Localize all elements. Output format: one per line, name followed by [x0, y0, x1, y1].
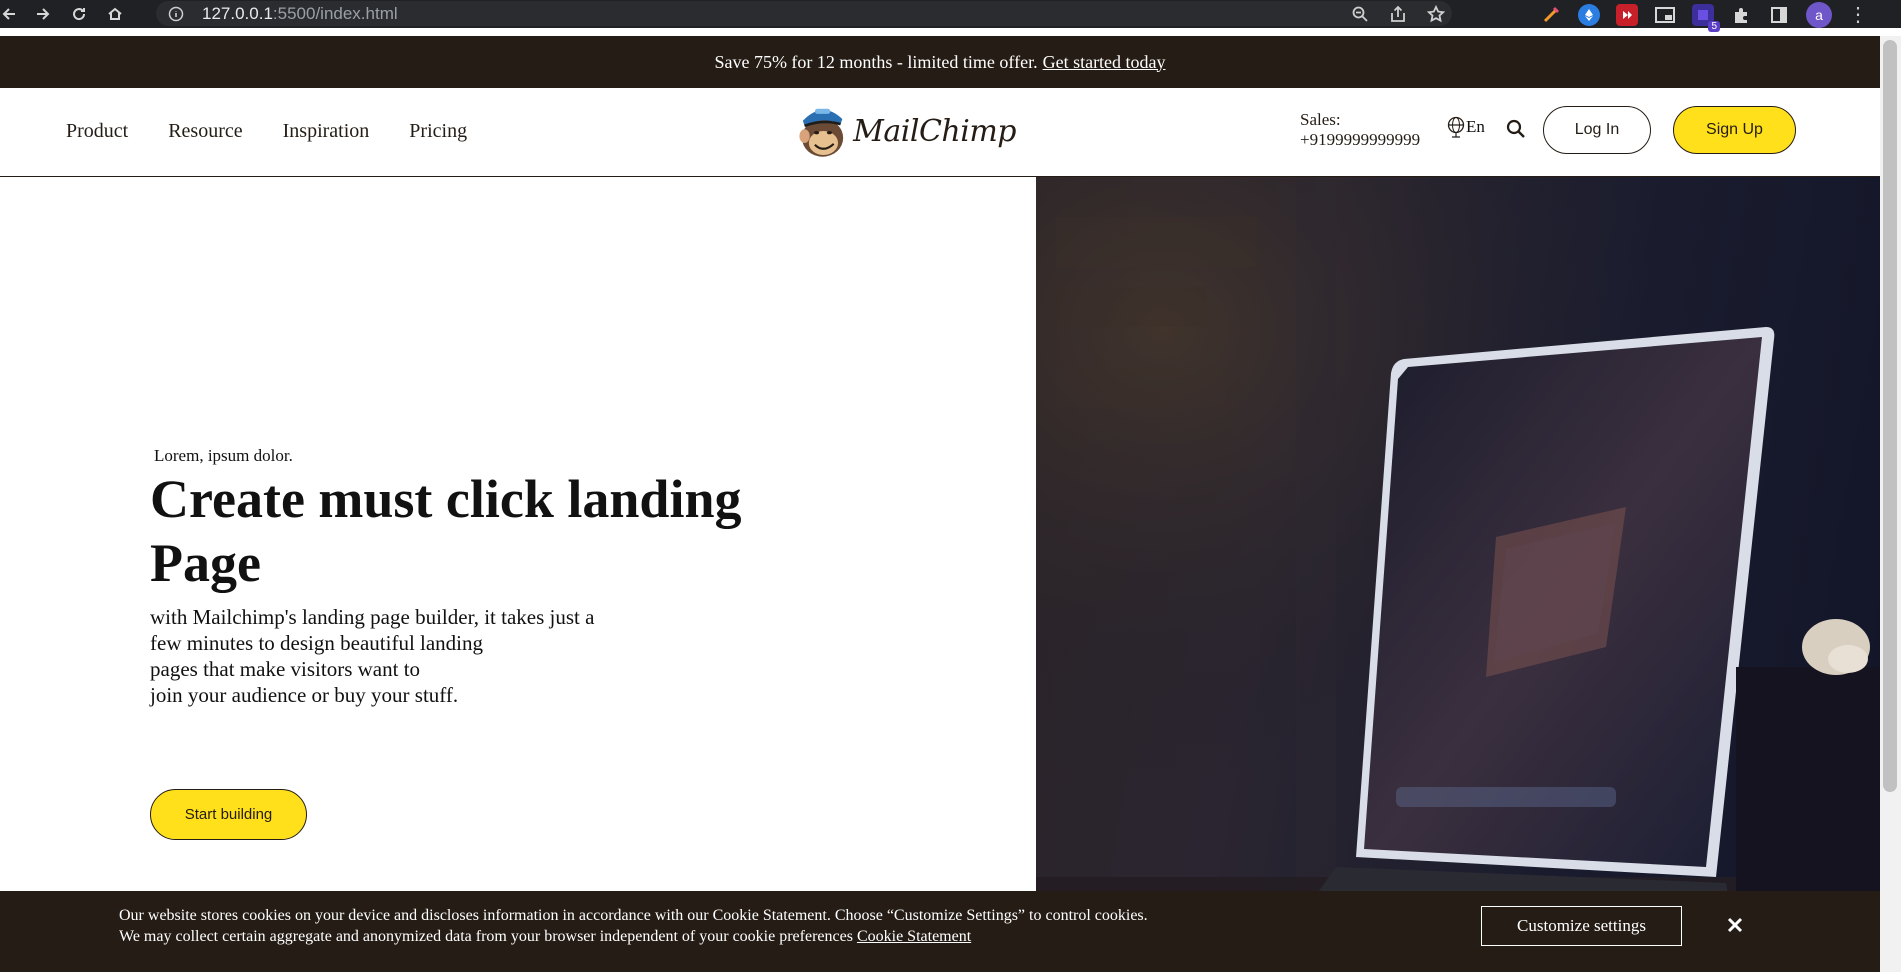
hero-text-section: Lorem, ipsum dolor. Create must click la…	[0, 177, 1036, 937]
site-info-icon[interactable]	[168, 6, 184, 22]
search-icon[interactable]	[1506, 119, 1526, 144]
cookie-line-2-text: We may collect certain aggregate and ano…	[119, 928, 853, 945]
side-panel-icon[interactable]	[1768, 4, 1790, 26]
extension-badge: 5	[1708, 21, 1720, 32]
logo-wordmark: MailChimp	[853, 113, 1016, 149]
ethereum-extension-icon[interactable]	[1578, 4, 1600, 26]
extensions-menu-icon[interactable]	[1730, 4, 1752, 26]
browser-menu-icon[interactable]: ⋮	[1848, 5, 1868, 25]
main-nav: Product Resource Inspiration Pricing	[66, 120, 467, 143]
hero-laptop-image	[1036, 177, 1880, 937]
cookie-message: Our website stores cookies on your devic…	[119, 905, 1148, 947]
hero-description-line: with Mailchimp's landing page builder, i…	[150, 605, 595, 629]
hero-description-line: join your audience or buy your stuff.	[150, 683, 459, 707]
zoom-icon[interactable]	[1350, 4, 1370, 24]
site-header: Product Resource Inspiration Pricing Mai…	[0, 88, 1880, 177]
promo-link[interactable]: Get started today	[1043, 52, 1166, 73]
cookie-banner: Our website stores cookies on your devic…	[0, 891, 1880, 972]
globe-icon	[1447, 116, 1465, 138]
cookie-statement-link[interactable]: Cookie Statement	[857, 928, 971, 945]
nav-item-product[interactable]: Product	[66, 120, 128, 143]
hero-description-line: few minutes to design beautiful landing	[150, 631, 484, 655]
signup-button[interactable]: Sign Up	[1673, 106, 1796, 154]
video-extension-icon[interactable]	[1616, 4, 1638, 26]
page-viewport: Save 75% for 12 months - limited time of…	[0, 36, 1880, 972]
nav-item-pricing[interactable]: Pricing	[409, 120, 467, 143]
hero-eyebrow: Lorem, ipsum dolor.	[154, 446, 293, 465]
start-building-button[interactable]: Start building	[150, 789, 307, 840]
puzzle-extension-icon[interactable]: 5	[1692, 4, 1720, 32]
cookie-line-2: We may collect certain aggregate and ano…	[119, 926, 1148, 947]
forward-button[interactable]	[32, 3, 54, 25]
back-button[interactable]	[0, 3, 18, 25]
profile-avatar[interactable]: a	[1806, 2, 1832, 28]
picture-in-picture-icon[interactable]	[1654, 4, 1676, 26]
address-bar[interactable]: 127.0.0.1:5500/index.html	[156, 1, 1452, 26]
scrollbar-thumb[interactable]	[1883, 40, 1897, 792]
sales-phone[interactable]: +9199999999999	[1300, 130, 1420, 150]
home-button[interactable]	[104, 3, 126, 25]
sales-label: Sales:	[1300, 110, 1341, 129]
promo-banner: Save 75% for 12 months - limited time of…	[0, 36, 1880, 88]
hero-description-line: pages that make visitors want to	[150, 657, 421, 681]
monkey-logo-icon	[799, 108, 844, 157]
url-host: 127.0.0.1	[202, 3, 273, 23]
nav-item-inspiration[interactable]: Inspiration	[283, 120, 370, 143]
browser-toolbar: 127.0.0.1:5500/index.html 5 a ⋮	[0, 0, 1901, 32]
url-path: :5500/index.html	[272, 3, 398, 23]
language-selector[interactable]: En	[1446, 116, 1485, 138]
hero-headline: Create must click landing Page	[150, 469, 742, 593]
nav-item-resource[interactable]: Resource	[168, 120, 242, 143]
customize-settings-button[interactable]: Customize settings	[1481, 906, 1682, 946]
bookmark-star-icon[interactable]	[1426, 4, 1446, 24]
url-text[interactable]: 127.0.0.1:5500/index.html	[202, 4, 398, 24]
language-code: En	[1466, 117, 1485, 136]
pen-extension-icon[interactable]	[1540, 4, 1562, 26]
promo-text: Save 75% for 12 months - limited time of…	[714, 51, 1038, 72]
reload-button[interactable]	[68, 3, 90, 25]
sales-contact: Sales: +9199999999999	[1300, 110, 1420, 150]
share-icon[interactable]	[1388, 4, 1408, 24]
mailchimp-logo[interactable]: MailChimp	[796, 96, 1016, 166]
laptop-photo	[1036, 177, 1880, 937]
close-icon[interactable]	[1723, 913, 1747, 937]
cookie-line-1: Our website stores cookies on your devic…	[119, 907, 1148, 924]
login-button[interactable]: Log In	[1543, 106, 1651, 154]
hero-description: with Mailchimp's landing page builder, i…	[150, 604, 650, 708]
